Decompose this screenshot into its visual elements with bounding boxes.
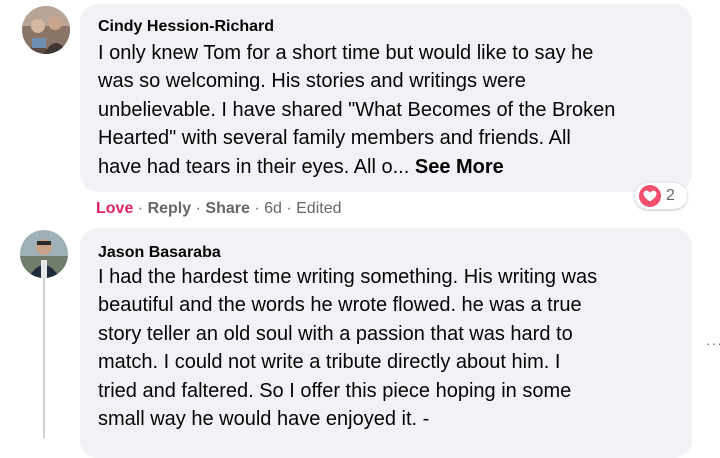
timestamp[interactable]: 6d [264,200,282,217]
comment-bubble: Cindy Hession-Richard I only knew Tom fo… [80,4,692,192]
share-button[interactable]: Share [205,200,249,217]
separator: · [254,200,260,217]
see-more-link[interactable]: See More [415,156,504,178]
more-options-icon[interactable]: ··· [706,336,720,350]
comment-line: have had tears in their eyes. All o... [98,155,415,178]
comment-line: unbelievable. I have shared "What Become… [98,98,616,121]
comment-line: was so welcoming. His stories and writin… [98,70,526,93]
comment-line: beautiful and the words he wrote flowed.… [98,294,582,317]
comment-line: Hearted" with several family members and… [98,127,571,150]
comment-line: I only knew Tom for a short time but wou… [98,42,594,64]
comment-author[interactable]: Cindy Hession-Richard [98,17,274,37]
comment-text: I only knew Tom for a short time but wou… [98,39,615,181]
love-button[interactable]: Love [96,200,133,217]
reaction-badge[interactable]: 2 [635,183,687,209]
profile-photo-icon [20,230,68,278]
reaction-count: 2 [666,187,675,204]
comment-bubble: Jason Basaraba I had the hardest time wr… [80,228,692,458]
edited-label[interactable]: Edited [296,200,341,217]
comment-actions: Love · Reply · Share · 6d · Edited [96,198,342,220]
comment-line: story teller an old soul with a passion … [98,322,573,345]
separator: · [195,200,201,217]
comment-line: match. I could not write a tribute direc… [98,351,561,374]
comment-text: I had the hardest time writing something… [98,263,597,433]
comment-line: I had the hardest time writing something… [98,266,598,288]
comment-line-last: have had tears in their eyes. All o... S… [98,153,615,181]
reply-thread-line [43,278,45,438]
avatar-jason[interactable] [20,230,68,278]
avatar-cindy[interactable] [22,6,70,54]
comment-author[interactable]: Jason Basaraba [98,243,221,263]
separator: · [137,200,144,217]
profile-photo-icon [22,6,70,54]
heart-icon [639,185,661,207]
comment-line: tried and faltered. So I offer this piec… [98,379,572,402]
comment-line: small way he would have enjoyed it. - [98,408,430,431]
separator: · [286,200,292,217]
reply-button[interactable]: Reply [148,200,192,217]
